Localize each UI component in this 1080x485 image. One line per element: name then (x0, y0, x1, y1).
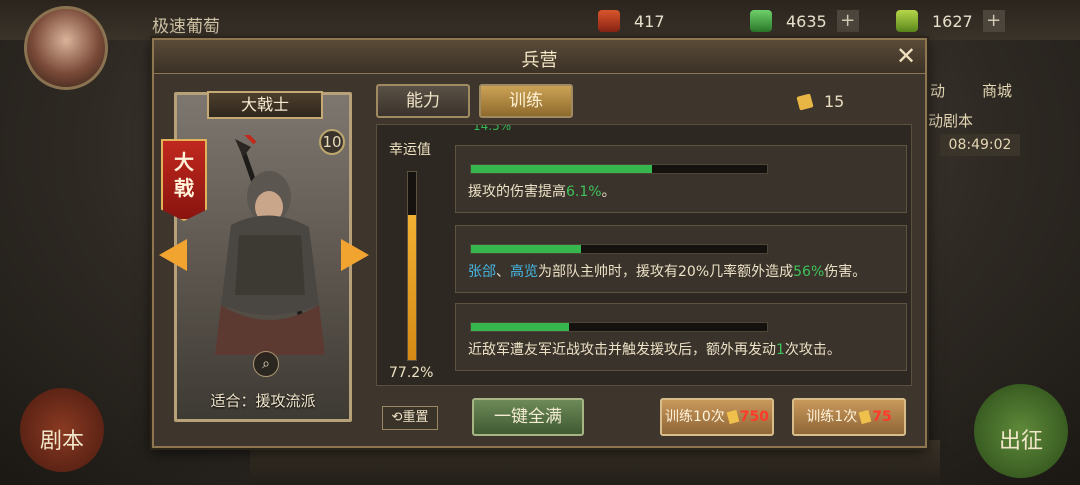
train-1-label: 训练1次 (806, 409, 858, 425)
training-row: 张郃、高览为部队主帅时，援攻有20%几率额外造成56%伤害。 (455, 225, 907, 293)
effect-text-part: 张郃 (468, 264, 496, 280)
banner-char: 大 (174, 150, 194, 174)
effect-text-part: 次攻击。 (784, 342, 841, 358)
battle-button[interactable]: 出征 (974, 384, 1068, 478)
side-label[interactable]: 动 (930, 80, 945, 101)
gold-coin-icon (858, 409, 872, 425)
dialog-title-bar: 兵营 ✕ (154, 40, 925, 74)
prev-unit-arrow-icon[interactable] (159, 239, 187, 271)
warrior-portrait (215, 135, 325, 355)
reset-button[interactable]: ⟲重置 (382, 406, 438, 430)
effect-text-part: 援攻的伤害提高 (468, 184, 566, 200)
reset-button-label: 重置 (402, 410, 429, 425)
resource-value: 4635 (786, 11, 827, 31)
gold-coin-icon (726, 409, 740, 425)
dialog-title: 兵营 (521, 50, 558, 71)
resource-red-gem: 417 (598, 8, 665, 34)
resource-value: 417 (634, 11, 665, 31)
add-resource-button[interactable]: + (836, 10, 859, 32)
resource-value: 1627 (932, 11, 973, 31)
training-progress-bar (470, 244, 768, 254)
train-1-button[interactable]: 训练1次 75 (792, 398, 906, 436)
battle-button-label: 出征 (998, 429, 1043, 454)
effect-text-part: 高览 (510, 264, 538, 280)
unit-banner: 大 戟 (161, 139, 207, 221)
train-1-cost: 75 (872, 409, 892, 425)
training-progress-bar (470, 164, 768, 174)
training-effect-text: 近敌军遭友军近战攻击并触发援攻后，额外再发动1次攻击。 (468, 340, 898, 360)
unit-name: 大戟士 (207, 91, 323, 119)
script-button[interactable]: 剧本 (20, 388, 104, 472)
train-10-cost: 750 (739, 409, 770, 425)
training-token-value: 15 (824, 92, 845, 111)
luck-value: 77.2% (389, 365, 434, 381)
tab-ability[interactable]: 能力 (376, 84, 470, 118)
scrolled-row-text: 14.5% (473, 124, 512, 133)
player-name: 极速葡萄 (152, 17, 220, 37)
unit-level-badge: 10 (319, 129, 345, 155)
unit-card: 大戟士 10 大 戟 ⌕ 适合：援攻流派 (159, 91, 369, 422)
effect-text-part: 近敌军遭友军近战攻击并触发援攻后，额外再发动 (468, 342, 776, 358)
banner-char: 戟 (174, 176, 194, 200)
resource-jade: 4635 + (750, 8, 859, 34)
effect-text-part: 1 (776, 342, 785, 358)
effect-text-part: 伤害。 (824, 264, 867, 280)
training-progress-fill (471, 323, 569, 331)
training-panel[interactable]: 14.5% 幸运值 77.2% 援攻的伤害提高6.1%。 张郃、高览为部队主帅时… (376, 124, 912, 386)
training-progress-bar (470, 322, 768, 332)
training-effect-text: 张郃、高览为部队主帅时，援攻有20%几率额外造成56%伤害。 (468, 262, 898, 282)
add-resource-button[interactable]: + (982, 10, 1005, 32)
train-10-label: 训练10次 (664, 409, 725, 425)
effect-text-part: 为部队主帅时，援攻有20%几率额外造成 (538, 264, 794, 280)
unit-suitable-style: 适合：援攻流派 (210, 392, 316, 410)
next-unit-arrow-icon[interactable] (341, 239, 369, 271)
luck-meter (407, 171, 417, 361)
training-progress-fill (471, 165, 652, 173)
green-gold-icon (896, 10, 918, 32)
fill-all-button[interactable]: 一键全满 (472, 398, 584, 436)
player-avatar[interactable] (24, 6, 108, 90)
training-progress-fill (471, 245, 581, 253)
training-row: 援攻的伤害提高6.1%。 (455, 145, 907, 213)
train-10-button[interactable]: 训练10次 750 (660, 398, 774, 436)
event-script-label[interactable]: 动剧本 (928, 110, 973, 131)
shop-label[interactable]: 商城 (982, 80, 1012, 101)
red-gem-icon (598, 10, 620, 32)
gold-coin-icon (796, 92, 814, 111)
effect-text-part: 、 (496, 264, 510, 280)
effect-text-part: 6.1% (566, 184, 602, 200)
training-effect-text: 援攻的伤害提高6.1%。 (468, 182, 898, 202)
effect-text-part: 56% (793, 264, 825, 280)
luck-meter-fill (408, 214, 416, 360)
green-jade-icon (750, 10, 772, 32)
training-token-count: 15 (796, 92, 845, 111)
script-button-label: 剧本 (39, 429, 84, 454)
tab-training[interactable]: 训练 (479, 84, 573, 118)
training-row: 近敌军遭友军近战攻击并触发援攻后，额外再发动1次攻击。 (455, 303, 907, 371)
resource-gold: 1627 + (896, 8, 1005, 34)
effect-text-part: 。 (601, 184, 616, 200)
magnifier-icon[interactable]: ⌕ (253, 351, 279, 377)
event-timer: 08:49:02 (940, 134, 1020, 156)
close-icon[interactable]: ✕ (893, 44, 919, 70)
barracks-dialog: 兵营 ✕ 大戟士 10 大 戟 ⌕ 适合：援攻流派 能力 训练 15 14.5%… (152, 38, 927, 448)
luck-label: 幸运值 (389, 142, 431, 158)
